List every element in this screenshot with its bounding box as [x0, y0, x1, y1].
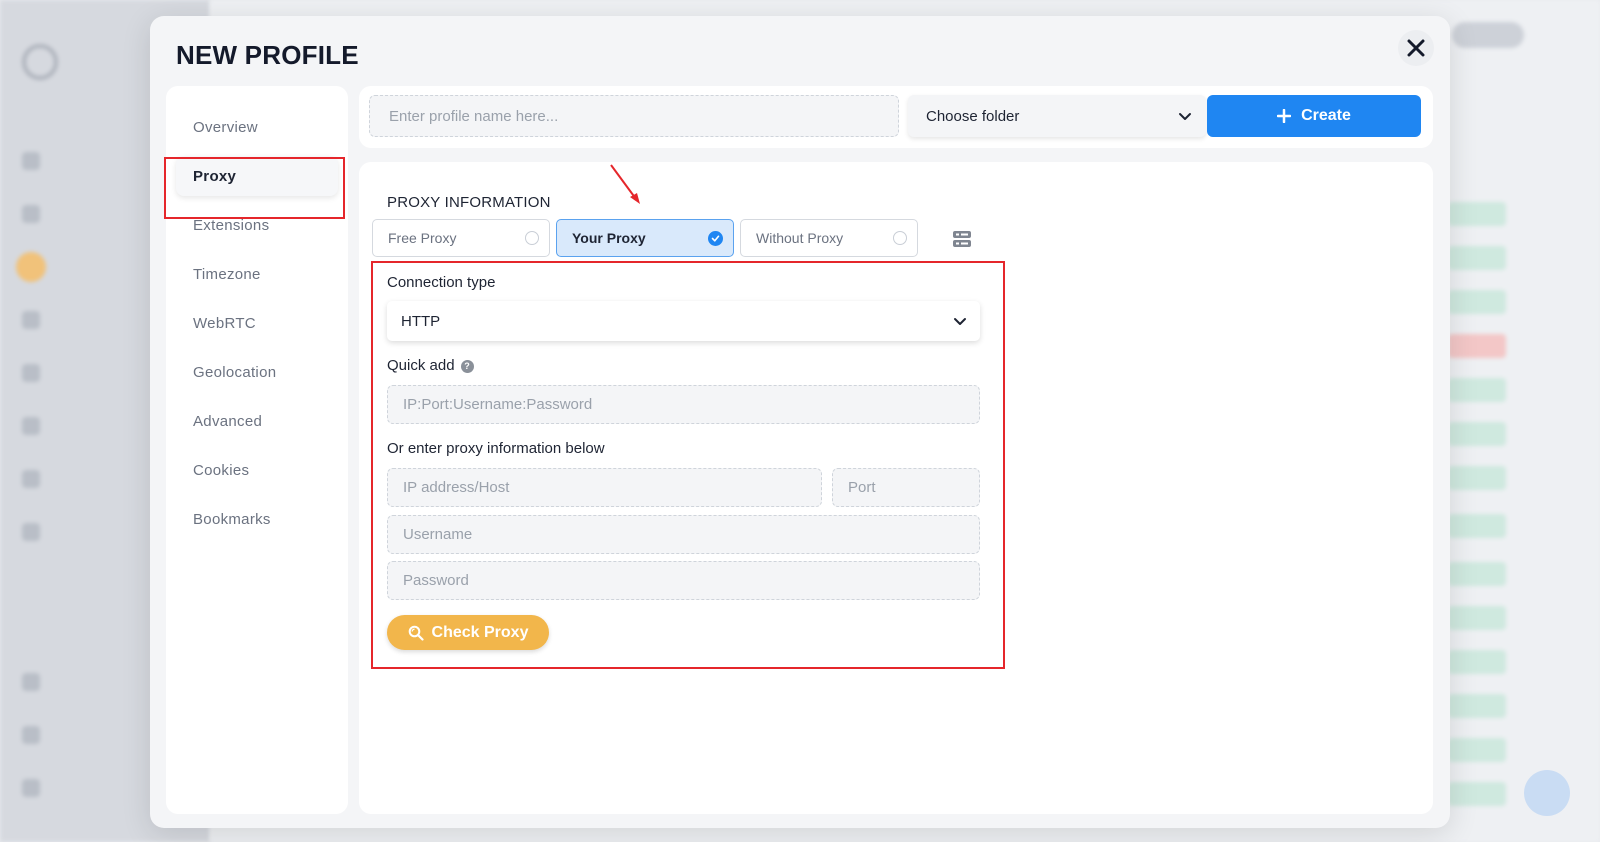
folder-select[interactable]: Choose folder — [908, 95, 1206, 137]
your-proxy-option[interactable]: Your Proxy — [556, 219, 734, 257]
close-icon — [1407, 39, 1425, 57]
plus-icon — [1277, 109, 1292, 123]
profile-settings-nav: Overview Proxy Extensions Timezone WebRT… — [166, 86, 348, 814]
profile-topbar: Choose folder Create — [359, 86, 1433, 148]
radio-icon — [893, 231, 907, 245]
connection-type-value: HTTP — [401, 312, 441, 330]
profile-name-input[interactable] — [369, 95, 899, 137]
your-proxy-label: Your Proxy — [572, 230, 646, 246]
background-status-pill — [1448, 650, 1506, 674]
background-status-pill — [1448, 334, 1506, 358]
background-status-pill — [1448, 694, 1506, 718]
password-input[interactable] — [387, 561, 980, 600]
background-status-pill — [1448, 738, 1506, 762]
close-button[interactable] — [1398, 30, 1434, 66]
help-icon[interactable]: ? — [460, 359, 474, 373]
nav-item-proxy[interactable]: Proxy — [176, 156, 338, 196]
proxy-content-panel: PROXY INFORMATION Free Proxy Your Proxy … — [359, 162, 1433, 814]
background-status-pill — [1448, 606, 1506, 630]
connection-type-label: Connection type — [387, 274, 496, 291]
radio-icon — [525, 231, 539, 245]
background-status-pill — [1448, 202, 1506, 226]
host-input[interactable] — [387, 468, 822, 507]
nav-item-advanced[interactable]: Advanced — [176, 401, 338, 441]
quick-add-label: Quick add — [387, 357, 455, 374]
check-proxy-button[interactable]: Check Proxy — [387, 615, 549, 650]
check-proxy-label: Check Proxy — [431, 623, 529, 641]
background-logo — [22, 44, 58, 80]
background-status-pill — [1448, 422, 1506, 446]
background-status-pill — [1448, 782, 1506, 806]
chat-bubble-icon[interactable] — [1524, 770, 1570, 816]
quick-add-input[interactable] — [387, 385, 980, 424]
nav-item-webrtc[interactable]: WebRTC — [176, 303, 338, 343]
folder-select-label: Choose folder — [926, 107, 1020, 125]
nav-item-extensions[interactable]: Extensions — [176, 205, 338, 245]
background-status-pill — [1448, 514, 1506, 538]
nav-item-bookmarks[interactable]: Bookmarks — [176, 499, 338, 539]
quick-add-row: Quick add? — [387, 357, 474, 374]
without-proxy-option[interactable]: Without Proxy — [740, 219, 918, 257]
nav-item-overview[interactable]: Overview — [176, 107, 338, 147]
background-chip — [1452, 22, 1524, 48]
server-list-icon[interactable] — [952, 229, 972, 249]
free-proxy-label: Free Proxy — [388, 230, 457, 246]
create-button[interactable]: Create — [1207, 95, 1421, 137]
background-status-pill — [1448, 466, 1506, 490]
background-status-pill — [1448, 290, 1506, 314]
new-profile-modal: NEW PROFILE Overview Proxy Extensions Ti… — [150, 16, 1450, 828]
check-circle-icon — [708, 230, 723, 246]
chevron-down-icon — [954, 318, 966, 325]
background-status-pill — [1448, 246, 1506, 270]
search-icon — [408, 625, 424, 641]
proxy-section-title: PROXY INFORMATION — [387, 194, 551, 211]
background-status-pill — [1448, 562, 1506, 586]
port-input[interactable] — [832, 468, 980, 507]
nav-item-cookies[interactable]: Cookies — [176, 450, 338, 490]
username-input[interactable] — [387, 515, 980, 554]
free-proxy-option[interactable]: Free Proxy — [372, 219, 550, 257]
nav-item-timezone[interactable]: Timezone — [176, 254, 338, 294]
manual-entry-label: Or enter proxy information below — [387, 440, 605, 457]
nav-item-geolocation[interactable]: Geolocation — [176, 352, 338, 392]
chevron-down-icon — [1179, 113, 1191, 120]
connection-type-select[interactable]: HTTP — [387, 301, 980, 341]
without-proxy-label: Without Proxy — [756, 230, 844, 246]
modal-title: NEW PROFILE — [176, 40, 359, 70]
background-status-pill — [1448, 378, 1506, 402]
create-button-label: Create — [1301, 107, 1351, 124]
